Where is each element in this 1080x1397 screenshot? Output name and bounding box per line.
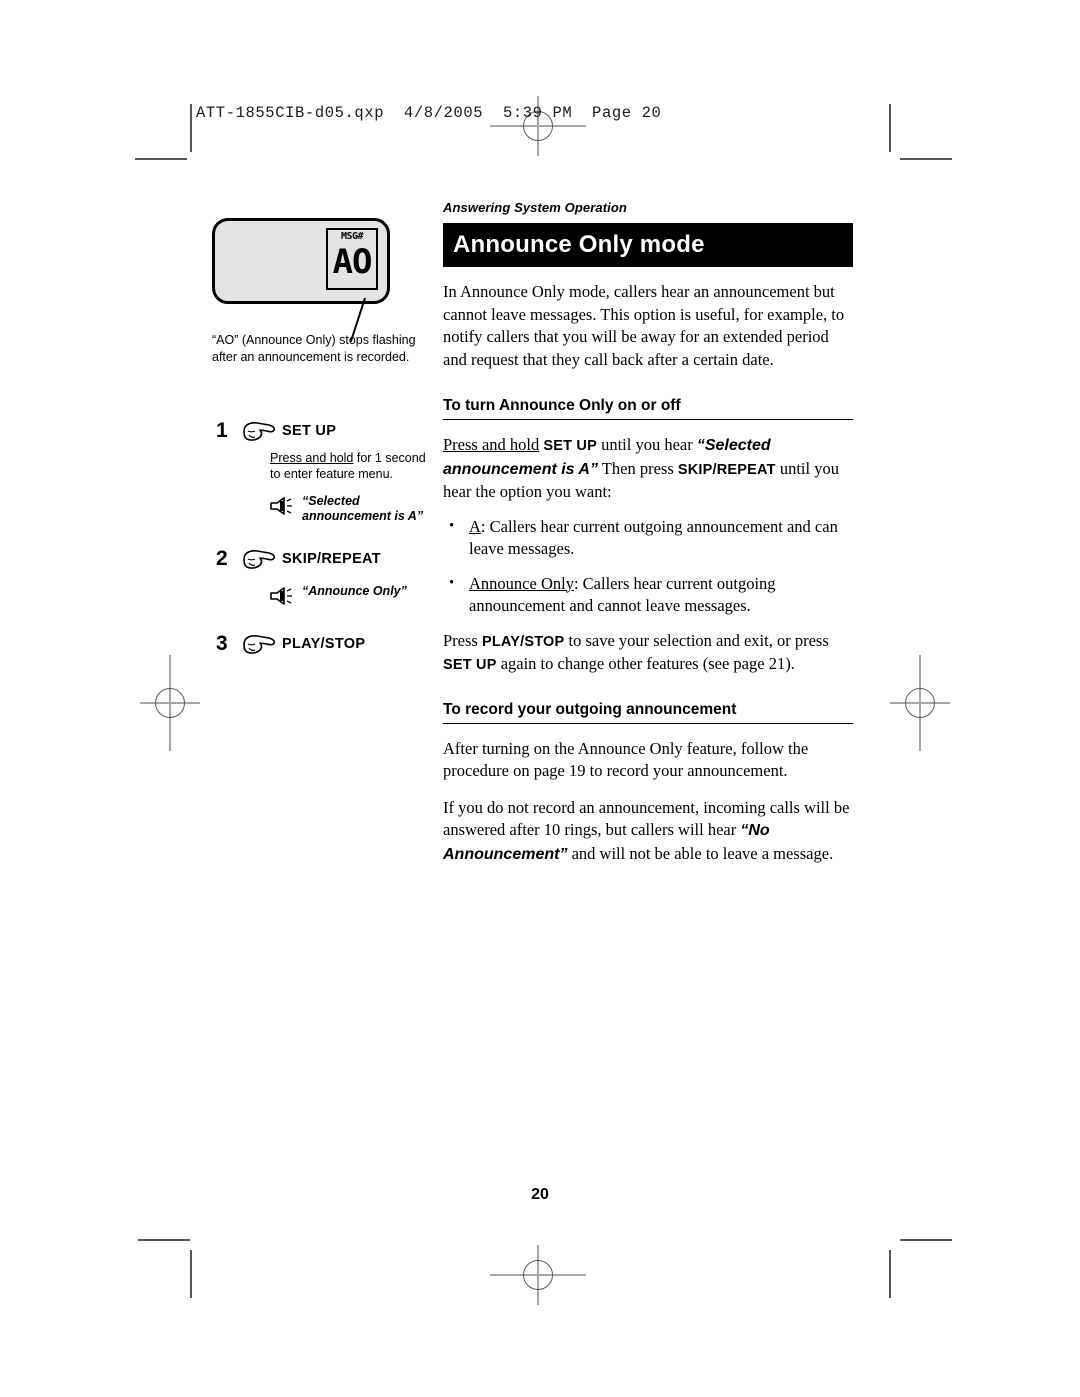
crop-mark-bottom-left-vertical (190, 1250, 192, 1298)
voice-prompt-text-1: “Selected announcement is A” (302, 494, 424, 523)
print-job-header: ATT-1855CIB-d05.qxp 4/8/2005 5:39 PM Pag… (196, 104, 662, 122)
button-setup-inline-1: SET UP (543, 438, 597, 454)
intro-paragraph: In Announce Only mode, callers hear an a… (443, 282, 845, 369)
lcd-msg-label: MSG# (340, 231, 364, 242)
voice-prompt-row-1: “Selected announcement is A” (268, 494, 431, 524)
pointing-hand-icon-3 (243, 635, 276, 654)
step-button-label-3: PLAY/STOP (282, 636, 366, 652)
list-item: Announce Only: Callers hear current outg… (443, 572, 853, 618)
button-setup-inline-2: SET UP (443, 657, 497, 673)
main-content-column: Answering System Operation Announce Only… (443, 200, 853, 866)
step-button-label-1: SET UP (282, 423, 337, 439)
voice-prompt-row-2: “Announce Only” (268, 584, 431, 607)
section-heading-record: To record your outgoing announcement (443, 701, 853, 724)
step-row-1: 1 SET UP (216, 418, 431, 444)
record-paragraph-1: After turning on the Announce Only featu… (443, 738, 809, 781)
button-playstop-inline: PLAY/STOP (481, 633, 565, 650)
press-hold-underline: Press and hold (443, 435, 540, 454)
crop-mark-bottom-left-horizontal (138, 1239, 190, 1241)
registration-mark-left (140, 655, 200, 751)
step-button-label-2: SKIP/REPEAT (282, 551, 381, 567)
speaker-icon-2 (270, 587, 292, 605)
option-term-announce-only: Announce Only (469, 573, 574, 593)
lcd-value: AO (332, 242, 373, 282)
lcd-segment-box: MSG# AO (326, 228, 378, 290)
section-on-off-closing: Press PLAY/STOP to save your selection a… (443, 630, 853, 677)
speaker-icon-1 (270, 497, 292, 515)
step-number-1: 1 (216, 419, 228, 442)
voice-prompt-text-2: “Announce Only” (302, 584, 407, 598)
crop-mark-top-right-vertical (889, 104, 891, 152)
record-p2-pre: If you do not record an announcement, in… (443, 797, 850, 840)
pointing-hand-icon-1 (243, 422, 276, 441)
on-off-mid-2: Then press (597, 458, 678, 478)
closing-pre: Press (443, 630, 482, 650)
crop-mark-top-right-horizontal (900, 158, 952, 160)
step-row-2: 2 SKIP/REPEAT (216, 546, 431, 572)
lcd-display-illustration: MSG# AO (212, 218, 390, 343)
record-paragraph-2: If you do not record an announcement, in… (443, 797, 853, 867)
step-list: 1 SET UP Press and hold for 1 second to … (216, 418, 431, 657)
button-skiprepeat-inline: SKIP/REPEAT (677, 461, 776, 478)
crop-mark-bottom-right-vertical (889, 1250, 891, 1298)
crop-mark-bottom-right-horizontal (900, 1239, 952, 1241)
step-row-3: 3 PLAY/STOP (216, 631, 431, 657)
registration-mark-bottom-center (490, 1245, 586, 1305)
page-title-bar: Announce Only mode (443, 223, 853, 267)
page-title: Announce Only mode (453, 231, 705, 258)
crop-mark-top-left-horizontal (135, 158, 187, 160)
step-note-1: Press and hold for 1 second to enter fea… (270, 450, 435, 482)
closing-tail: again to change other features (see page… (496, 654, 795, 673)
step-number-2: 2 (216, 547, 228, 570)
left-illustration-column: MSG# AO “AO” (Announce Only) stops flash… (212, 218, 426, 655)
option-bullet-list: A: Callers hear current outgoing announc… (443, 515, 853, 618)
lcd-caption: “AO” (Announce Only) stops flashing afte… (212, 333, 416, 364)
registration-mark-right (890, 655, 950, 751)
running-head: Answering System Operation (443, 200, 627, 215)
manual-page: ATT-1855CIB-d05.qxp 4/8/2005 5:39 PM Pag… (0, 0, 1080, 1397)
pointing-hand-icon-2 (243, 550, 276, 569)
option-term-a: A (469, 516, 481, 536)
on-off-mid-1: until you hear (596, 435, 697, 454)
step-note-underline-1: Press and hold (270, 451, 354, 465)
section-heading-on-off: To turn Announce Only on or off (443, 397, 853, 420)
option-text-a: : Callers hear current outgoing announce… (469, 516, 838, 559)
step-number-3: 3 (216, 632, 228, 655)
record-p2-tail: and will not be able to leave a message. (567, 843, 834, 863)
list-item: A: Callers hear current outgoing announc… (443, 515, 853, 561)
crop-mark-top-left-vertical (190, 104, 192, 152)
page-number: 20 (531, 1186, 549, 1203)
section-on-off-intro: Press and hold SET UP until you hear “Se… (443, 434, 853, 504)
closing-mid: to save your selection and exit, or pres… (564, 630, 829, 650)
